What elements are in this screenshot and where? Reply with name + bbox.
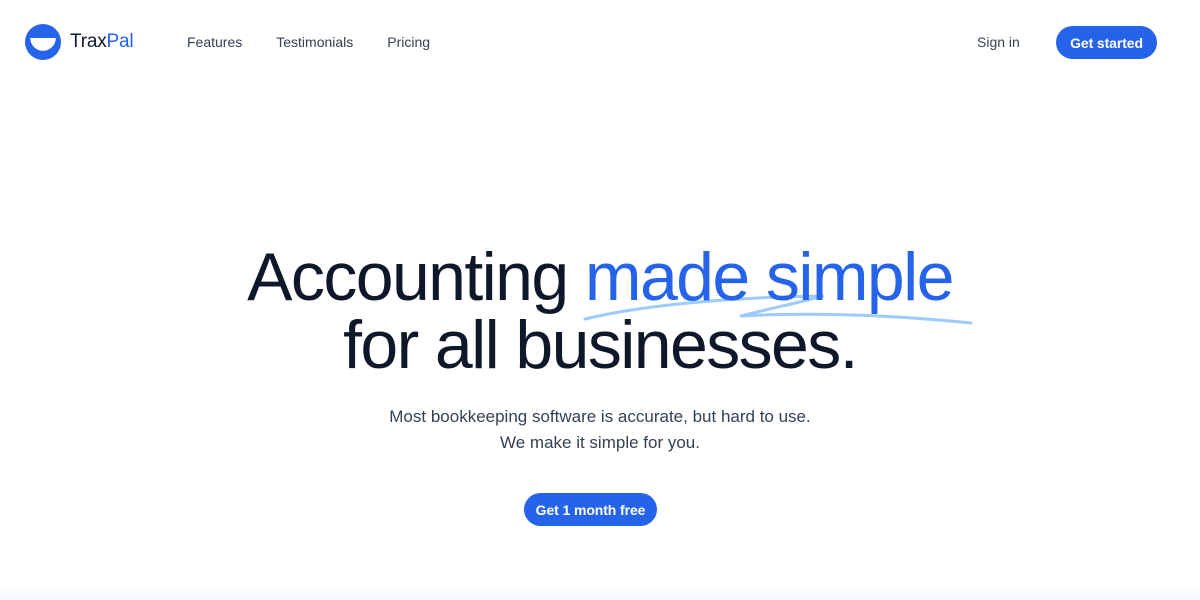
main-nav: Features Testimonials Pricing [170, 26, 447, 58]
hero-title-accent: made simple [583, 243, 973, 325]
brand-name: TraxPal [70, 24, 134, 60]
nav-link-features[interactable]: Features [170, 26, 259, 58]
brand-name-part2: Pal [106, 31, 134, 52]
nav-link-pricing[interactable]: Pricing [370, 26, 447, 58]
half-circle-smile-logo-icon [25, 24, 61, 60]
nav-link-testimonials[interactable]: Testimonials [259, 26, 370, 58]
get-1-month-free-button[interactable]: Get 1 month free [524, 493, 657, 526]
brand-name-part1: Trax [70, 31, 107, 52]
hero-title-accent-text: made simple [584, 239, 954, 315]
hero-title-line-1: Accounting made simple [0, 243, 1200, 325]
get-started-button[interactable]: Get started [1056, 26, 1157, 59]
section-divider-shadow [0, 586, 1200, 600]
hero-title: Accounting made simple for all businesse… [0, 243, 1200, 379]
brand-logo-link[interactable]: TraxPal [25, 24, 134, 60]
hero-subtitle-line-2: We make it simple for you. [500, 433, 700, 452]
site-header: TraxPal Features Testimonials Pricing Si… [0, 0, 1200, 84]
hero-subtitle-line-1: Most bookkeeping software is accurate, b… [389, 407, 811, 426]
landing-page: TraxPal Features Testimonials Pricing Si… [0, 0, 1200, 600]
sign-in-link[interactable]: Sign in [963, 26, 1034, 58]
hero-subtitle: Most bookkeeping software is accurate, b… [0, 404, 1200, 456]
hero-title-plain: Accounting [247, 239, 585, 315]
